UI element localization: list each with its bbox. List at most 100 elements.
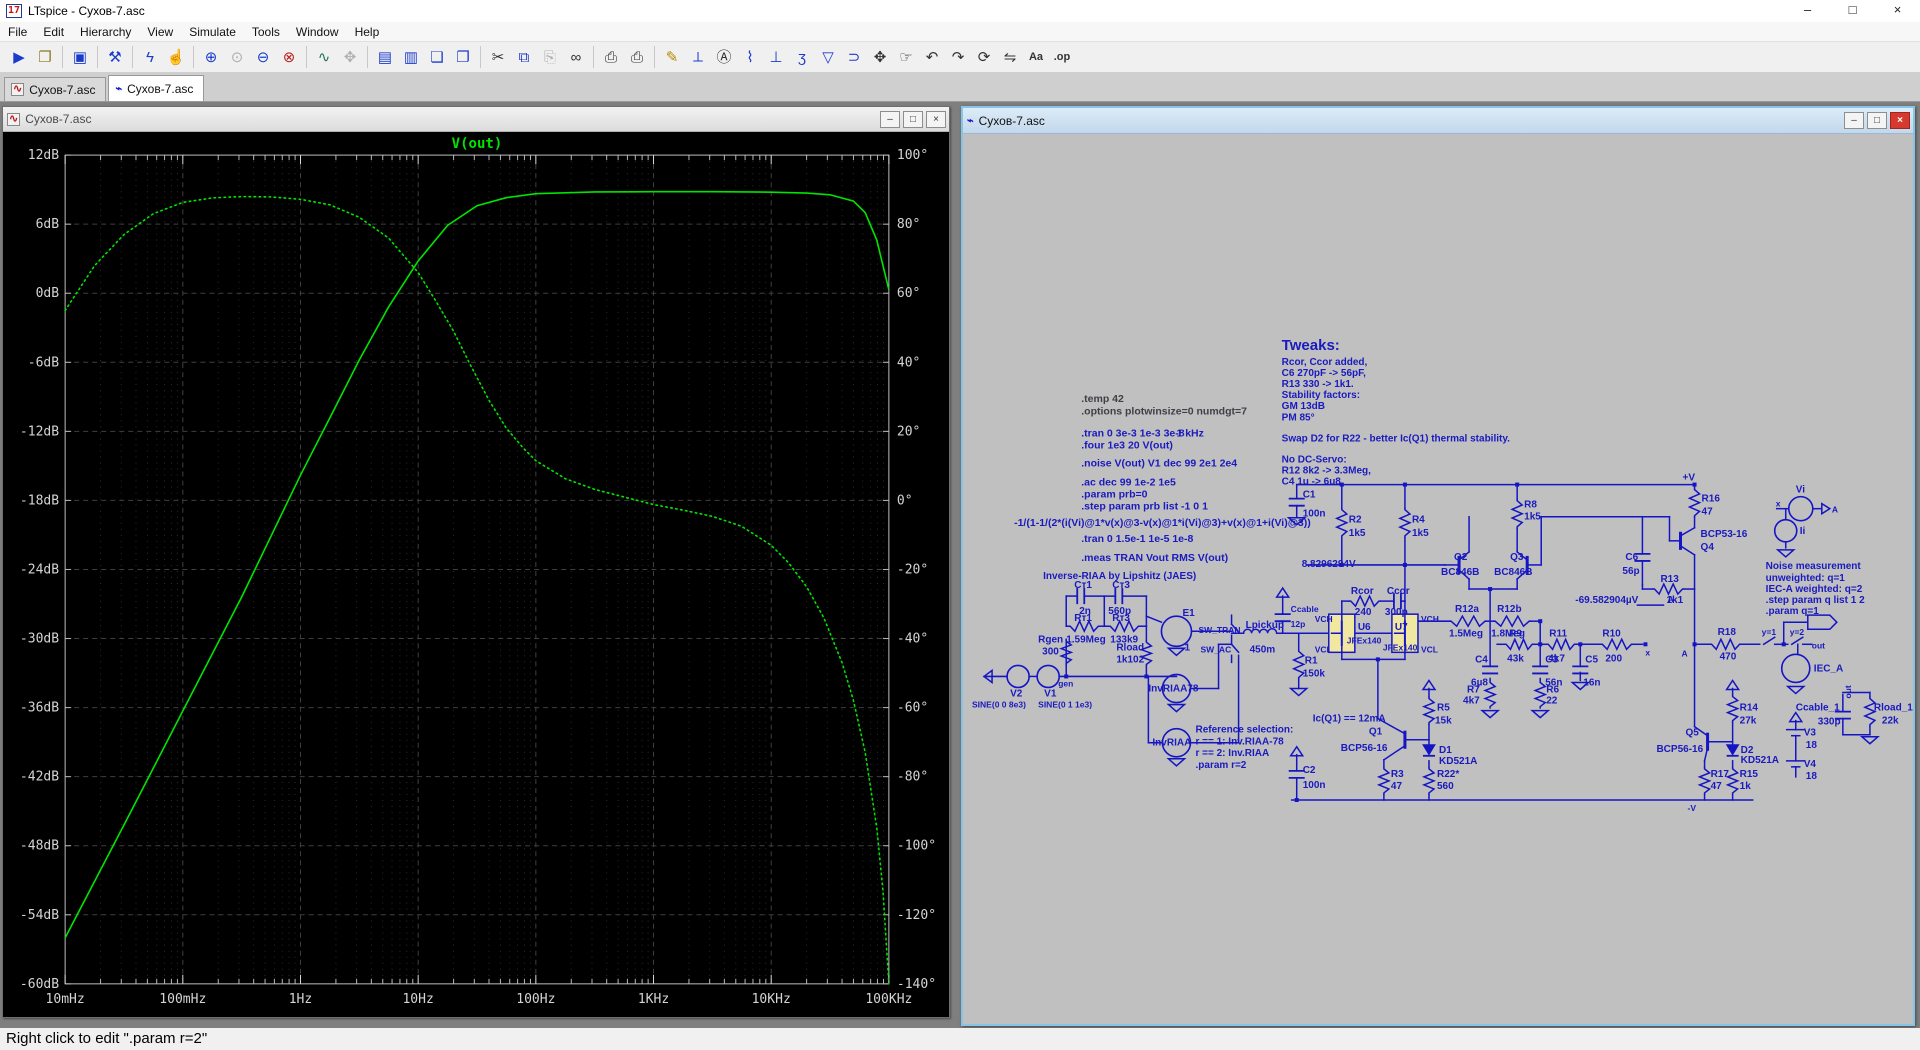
tab-bar: ∿Сухов-7.asc⌁Сухов-7.asc bbox=[0, 73, 1920, 102]
undo-button[interactable]: ↶ bbox=[920, 45, 944, 69]
label-net-button[interactable]: Ⓐ bbox=[712, 45, 736, 69]
schematic-label: VCL bbox=[1315, 644, 1332, 654]
waveform-minimize-button[interactable]: – bbox=[880, 111, 900, 128]
redo-button[interactable]: ↷ bbox=[946, 45, 970, 69]
tab-plot[interactable]: ∿Сухов-7.asc bbox=[4, 77, 106, 101]
schematic-label: BC846B bbox=[1441, 567, 1479, 578]
zoom-in-button[interactable]: ⊕ bbox=[199, 45, 223, 69]
halt-button[interactable]: ☝ bbox=[164, 45, 188, 69]
schematic-label: 47 bbox=[1391, 781, 1403, 792]
place-component-button[interactable]: ⊃ bbox=[842, 45, 866, 69]
place-ground-button[interactable]: ⟂ bbox=[686, 45, 710, 69]
zoom-out-button[interactable]: ⊖ bbox=[251, 45, 275, 69]
minimize-button[interactable]: – bbox=[1785, 0, 1830, 22]
schematic-label: 56p bbox=[1622, 566, 1639, 577]
gain-trace[interactable] bbox=[65, 192, 889, 938]
schematic-label: JFEx140 bbox=[1383, 642, 1418, 652]
schematic-canvas[interactable]: .temp 42.options plotwinsize=0 numdgt=7.… bbox=[963, 134, 1913, 1024]
schematic-label: out bbox=[1812, 640, 1825, 650]
menu-tools[interactable]: Tools bbox=[244, 23, 288, 41]
cut-button[interactable]: ✂ bbox=[486, 45, 510, 69]
schematic-label: .param q=1 bbox=[1766, 606, 1820, 617]
menu-file[interactable]: File bbox=[0, 23, 35, 41]
schematic-label: Ii bbox=[1800, 526, 1806, 537]
schematic-label: 240 bbox=[1355, 607, 1372, 618]
text-button[interactable]: Aa bbox=[1024, 45, 1048, 69]
schematic-label: R22* bbox=[1437, 769, 1459, 780]
schematic-label: Vi bbox=[1796, 485, 1805, 496]
zoom-previous-button[interactable]: ⊙ bbox=[225, 45, 249, 69]
schematic-label: 12p bbox=[1291, 619, 1306, 629]
schematic-label: IEC-A weighted: q=2 bbox=[1766, 584, 1863, 595]
schematic-label: Rload bbox=[1116, 642, 1144, 653]
new-window-button[interactable]: ❐ bbox=[451, 45, 475, 69]
control-panel-button[interactable]: ⚒ bbox=[103, 45, 127, 69]
schematic-label: KD521A bbox=[1439, 756, 1477, 767]
close-button[interactable]: × bbox=[1875, 0, 1920, 22]
waveform-close-button[interactable]: × bbox=[926, 111, 946, 128]
place-capacitor-button[interactable]: ⊥ bbox=[764, 45, 788, 69]
menu-window[interactable]: Window bbox=[288, 23, 347, 41]
print-preview-button[interactable]: ⎙ bbox=[599, 45, 623, 69]
schematic-window-titlebar[interactable]: ⌁ Сухов-7.asc – □ × bbox=[963, 108, 1913, 134]
schematic-restore-button[interactable]: □ bbox=[1867, 112, 1887, 129]
schematic-label: .param r=2 bbox=[1195, 760, 1246, 771]
schematic-label: unweighted: q=1 bbox=[1766, 573, 1846, 584]
zoom-full-extents-button[interactable]: ⊗ bbox=[277, 45, 301, 69]
tile-horizontal-button[interactable]: ▤ bbox=[373, 45, 397, 69]
schematic-label: JFEx140 bbox=[1347, 635, 1382, 645]
y-left-tick: -42dB bbox=[20, 770, 59, 785]
schematic-minimize-button[interactable]: – bbox=[1844, 112, 1864, 129]
menu-edit[interactable]: Edit bbox=[35, 23, 72, 41]
pan-button[interactable]: ✥ bbox=[338, 45, 362, 69]
menu-help[interactable]: Help bbox=[347, 23, 388, 41]
open-file-button[interactable]: ❐ bbox=[33, 45, 57, 69]
waveform-window-icon: ∿ bbox=[7, 113, 20, 126]
toolbar-separator bbox=[62, 46, 63, 68]
schematic-label: SW_AC bbox=[1201, 644, 1232, 654]
waveform-window-titlebar[interactable]: ∿ Сухов-7.asc – □ × bbox=[3, 107, 949, 132]
tab-schematic[interactable]: ⌁Сухов-7.asc bbox=[108, 75, 204, 101]
spice-directive-button[interactable]: .op bbox=[1050, 45, 1074, 69]
copy-button[interactable]: ⧉ bbox=[512, 45, 536, 69]
mirror-button[interactable]: ⇋ bbox=[998, 45, 1022, 69]
schematic-label: .ac dec 99 1e-2 1e5 bbox=[1081, 477, 1176, 489]
phase-trace[interactable] bbox=[65, 197, 889, 984]
schematic-label: R17 bbox=[1711, 769, 1730, 780]
schematic-label: 1k1 bbox=[1666, 595, 1683, 606]
schematic-label: C1 bbox=[1303, 490, 1316, 501]
status-text: Right click to edit ".param r=2" bbox=[6, 1030, 207, 1047]
save-button[interactable]: ▣ bbox=[68, 45, 92, 69]
find-button[interactable]: ∞ bbox=[564, 45, 588, 69]
drag-button[interactable]: ☞ bbox=[894, 45, 918, 69]
x-tick: 10mHz bbox=[46, 992, 85, 1007]
out-port[interactable] bbox=[1808, 615, 1837, 629]
rotate-button[interactable]: ⟳ bbox=[972, 45, 996, 69]
waveform-restore-button[interactable]: □ bbox=[903, 111, 923, 128]
cascade-windows-button[interactable]: ❏ bbox=[425, 45, 449, 69]
new-schematic-button[interactable]: ▶ bbox=[7, 45, 31, 69]
schematic-label: 100n bbox=[1303, 780, 1326, 791]
menu-hierarchy[interactable]: Hierarchy bbox=[72, 23, 139, 41]
place-diode-button[interactable]: ▽ bbox=[816, 45, 840, 69]
schematic-label: BCP56-16 bbox=[1341, 743, 1388, 754]
waveform-plot-canvas[interactable]: 12dB6dB0dB-6dB-12dB-18dB-24dB-30dB-36dB-… bbox=[3, 132, 949, 1017]
schematic-label: +V bbox=[1683, 473, 1696, 484]
schematic-close-button[interactable]: × bbox=[1890, 112, 1910, 129]
paste-button[interactable]: ⎘ bbox=[538, 45, 562, 69]
place-resistor-button[interactable]: ⌇ bbox=[738, 45, 762, 69]
menu-view[interactable]: View bbox=[139, 23, 181, 41]
maximize-button[interactable]: □ bbox=[1830, 0, 1875, 22]
run-button[interactable]: ϟ bbox=[138, 45, 162, 69]
trace-title[interactable]: V(out) bbox=[452, 136, 503, 152]
move-button[interactable]: ✥ bbox=[868, 45, 892, 69]
toolbar-separator bbox=[480, 46, 481, 68]
menu-simulate[interactable]: Simulate bbox=[181, 23, 244, 41]
draw-wire-button[interactable]: ✎ bbox=[660, 45, 684, 69]
schematic-label: D1 bbox=[1439, 745, 1452, 756]
print-button[interactable]: ⎙ bbox=[625, 45, 649, 69]
schematic-label: -1/(1-1/(2*(i(Vi)@1*v(x)@3-v(x)@1*i(Vi)@… bbox=[1014, 517, 1311, 529]
tile-vertical-button[interactable]: ▥ bbox=[399, 45, 423, 69]
place-inductor-button[interactable]: ʒ bbox=[790, 45, 814, 69]
autorange-y-axis-button[interactable]: ∿ bbox=[312, 45, 336, 69]
